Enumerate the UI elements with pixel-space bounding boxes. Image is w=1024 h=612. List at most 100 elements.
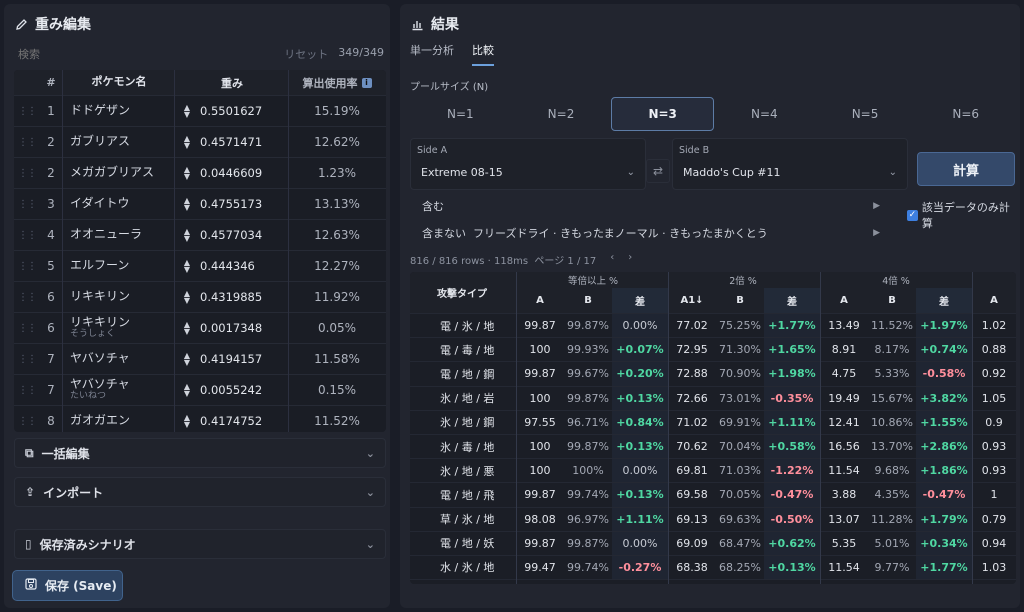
exclude-label: 含まない	[422, 227, 466, 240]
header-attack-type[interactable]: 攻撃タイプ	[410, 280, 514, 305]
g3-b: 15.67%	[871, 391, 913, 405]
g1-diff: +0.84%	[612, 410, 668, 434]
weight-input[interactable]: ▲ ▼ 0.444346	[176, 251, 288, 281]
pool-size-option-6[interactable]: N=6	[915, 97, 1016, 131]
header-g1-diff[interactable]: 差	[612, 288, 668, 313]
calculate-button[interactable]: 計算	[917, 152, 1015, 186]
row-number: 3	[47, 197, 55, 211]
pool-size-option-4[interactable]: N=4	[714, 97, 815, 131]
pool-size-option-1[interactable]: N=1	[410, 97, 511, 131]
g1-b: 99.87%	[567, 440, 609, 454]
weight-input[interactable]: ▲ ▼ 0.4194157	[176, 344, 288, 374]
weight-value: 0.0017348	[200, 321, 263, 335]
g1-b: 99.87%	[567, 391, 609, 405]
drag-handle-icon[interactable]: ⋮⋮	[14, 251, 40, 281]
save-button[interactable]: 保存 (Save)	[12, 570, 123, 601]
import-accordion[interactable]: ⇪ インポート ⌄	[14, 477, 386, 507]
only-matching-checkbox[interactable]: ✓ 該当データのみ計算	[907, 199, 1020, 231]
weight-row: ⋮⋮ 6 リキキリン そうしょく ▲ ▼ 0.0017348 0.05%	[14, 313, 386, 344]
drag-handle-icon[interactable]: ⋮⋮	[14, 375, 40, 405]
tab-compare[interactable]: 比較	[472, 42, 494, 66]
spinner-icon[interactable]: ▲ ▼	[180, 383, 194, 398]
g1-a: 97.55	[524, 415, 556, 429]
weight-input[interactable]: ▲ ▼ 0.4571471	[176, 127, 288, 157]
attack-type: 氷 / 地 / 鋼	[440, 416, 495, 430]
header-g3-b[interactable]: B	[868, 288, 916, 313]
include-filter[interactable]: 含む ▶	[410, 195, 890, 217]
info-icon[interactable]: i	[361, 77, 372, 88]
pokemon-name: エルフーン	[70, 258, 130, 273]
side-a-select[interactable]: Extreme 08-15 ⌄	[417, 161, 639, 183]
header-g1-b[interactable]: B	[564, 288, 612, 313]
header-rate[interactable]: 算出使用率 i	[288, 70, 386, 95]
header-weight[interactable]: 重み	[176, 70, 288, 95]
weight-input[interactable]: ▲ ▼ 0.4577034	[176, 220, 288, 250]
pokemon-name-cell: ヤバソチャ たいねつ	[64, 375, 174, 405]
header-g2-a-sorted[interactable]: A1↓	[668, 288, 716, 313]
exclude-filter[interactable]: 含まない フリーズドライ · きもったまノーマル · きもったまかくとう ▶	[410, 222, 890, 244]
drag-handle-icon[interactable]: ⋮⋮	[14, 344, 40, 374]
weight-input[interactable]: ▲ ▼ 0.4319885	[176, 282, 288, 312]
header-g1-a[interactable]: A	[516, 288, 564, 313]
results-title: 結果	[410, 14, 459, 34]
row-number: 6	[47, 321, 55, 335]
tab-single-analysis[interactable]: 単一分析	[410, 42, 454, 66]
weight-value: 0.4194157	[200, 352, 263, 366]
spinner-icon[interactable]: ▲ ▼	[180, 414, 194, 429]
g1-diff: 0.00%	[612, 531, 668, 555]
pool-size-option-5[interactable]: N=5	[815, 97, 916, 131]
g2-diff: +0.58%	[764, 434, 820, 459]
saved-scenarios-accordion[interactable]: ▯ 保存済みシナリオ ⌄	[14, 529, 386, 559]
drag-handle-icon[interactable]: ⋮⋮	[14, 406, 40, 432]
spinner-icon[interactable]: ▲ ▼	[180, 197, 194, 212]
pokemon-name-cell: リキキリン そうしょく	[64, 313, 174, 343]
pool-size-option-2[interactable]: N=2	[511, 97, 612, 131]
header-name[interactable]: ポケモン名	[64, 70, 174, 95]
g4-a: 0.93	[981, 440, 1007, 454]
spinner-icon[interactable]: ▲ ▼	[180, 166, 194, 181]
header-g2-b[interactable]: B	[716, 288, 764, 313]
weight-input[interactable]: ▲ ▼ 0.0017348	[176, 313, 288, 343]
drag-handle-icon[interactable]: ⋮⋮	[14, 96, 40, 126]
g3-diff: +1.86%	[916, 459, 972, 483]
weight-input[interactable]: ▲ ▼ 0.0446609	[176, 158, 288, 188]
reset-link[interactable]: リセット	[284, 46, 328, 62]
header-g4-a[interactable]: A	[972, 288, 1016, 313]
header-g3-diff[interactable]: 差	[916, 288, 972, 313]
weight-value: 0.4571471	[200, 135, 263, 149]
header-name-text: ポケモン名	[91, 75, 147, 89]
prev-page-button[interactable]: ‹	[610, 252, 614, 267]
side-b-select[interactable]: Maddo's Cup #11 ⌄	[679, 161, 901, 183]
pool-size-option-3[interactable]: N=3	[611, 97, 715, 131]
spinner-icon[interactable]: ▲ ▼	[180, 259, 194, 274]
spinner-icon[interactable]: ▲ ▼	[180, 321, 194, 336]
spinner-icon[interactable]: ▲ ▼	[180, 228, 194, 243]
g1-a: 100	[529, 391, 551, 405]
spinner-icon[interactable]: ▲ ▼	[180, 352, 194, 367]
bulk-edit-accordion[interactable]: ⧉ 一括編集 ⌄	[14, 438, 386, 468]
weight-input[interactable]: ▲ ▼ 0.4755173	[176, 189, 288, 219]
drag-handle-icon[interactable]: ⋮⋮	[14, 189, 40, 219]
weight-input[interactable]: ▲ ▼ 0.0055242	[176, 375, 288, 405]
drag-handle-icon[interactable]: ⋮⋮	[14, 282, 40, 312]
weight-input[interactable]: ▲ ▼ 0.5501627	[176, 96, 288, 126]
weight-input[interactable]: ▲ ▼ 0.4174752	[176, 406, 288, 432]
result-row: 電 / 氷 / 地 99.87 99.87% 0.00% 77.02 75.25% +1.7…	[410, 314, 1016, 339]
search-input[interactable]	[18, 47, 218, 61]
drag-handle-icon[interactable]: ⋮⋮	[14, 313, 40, 343]
drag-handle-icon[interactable]: ⋮⋮	[14, 220, 40, 250]
spinner-icon[interactable]: ▲ ▼	[180, 104, 194, 119]
swap-icon[interactable]: ⇄	[646, 159, 670, 183]
weight-value: 0.0055242	[200, 383, 263, 397]
header-g2-diff[interactable]: 差	[764, 288, 820, 313]
next-page-button[interactable]: ›	[628, 252, 632, 267]
drag-handle-icon[interactable]: ⋮⋮	[14, 158, 40, 188]
count-label: 349/349	[338, 46, 384, 59]
g3-diff: -0.58%	[916, 362, 972, 386]
spinner-icon[interactable]: ▲ ▼	[180, 290, 194, 305]
chevron-down-icon: ⌄	[626, 166, 635, 178]
drag-handle-icon[interactable]: ⋮⋮	[14, 127, 40, 157]
header-g3-a[interactable]: A	[820, 288, 868, 313]
pokemon-ability: そうしょく	[70, 328, 116, 339]
spinner-icon[interactable]: ▲ ▼	[180, 135, 194, 150]
